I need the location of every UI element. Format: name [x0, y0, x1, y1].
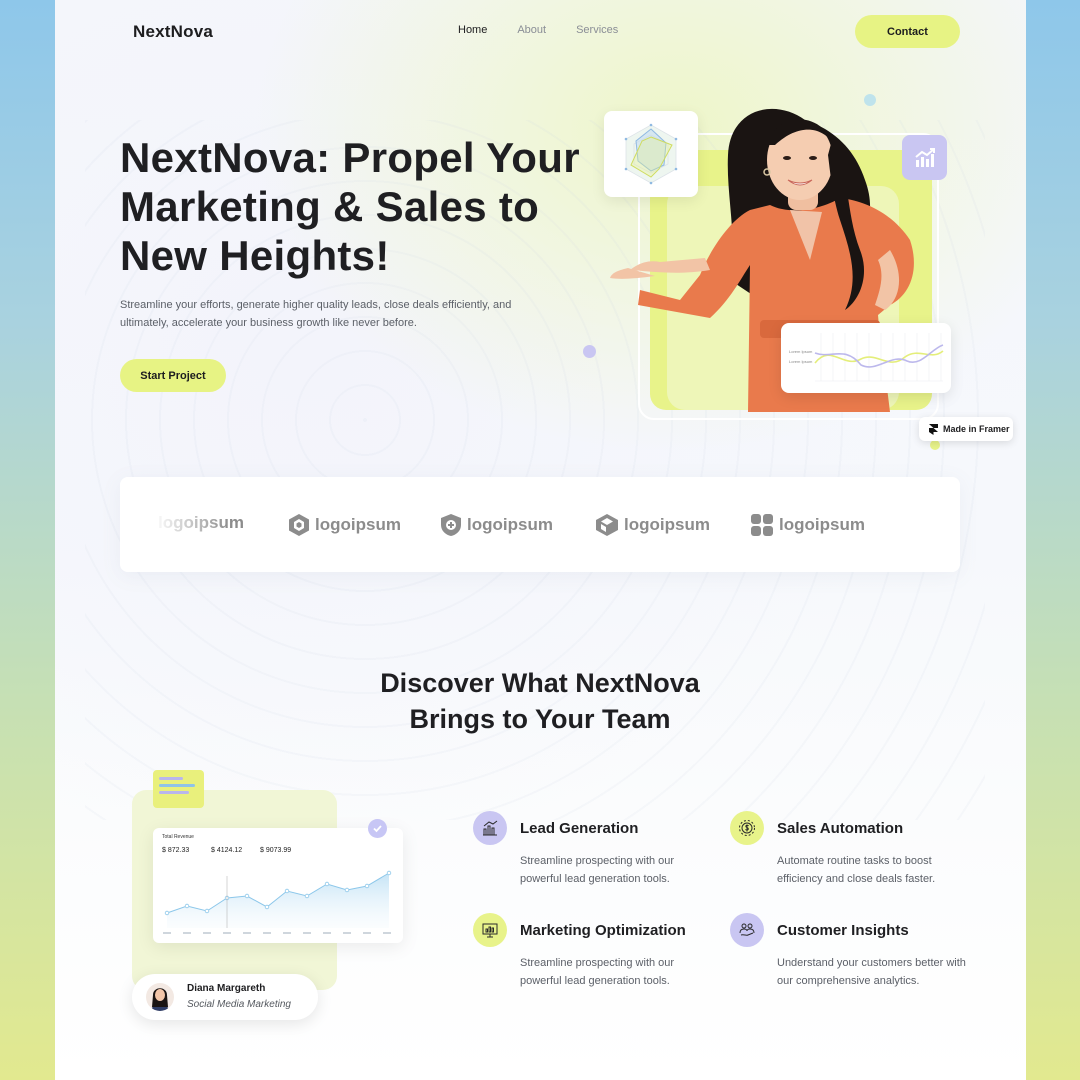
analytics-board-icon — [473, 913, 507, 947]
nav-link-about[interactable]: About — [517, 24, 546, 36]
partner-logo-text: logoipsum — [315, 515, 401, 534]
hexagon-logo-icon — [289, 514, 309, 536]
growth-chart-icon — [902, 135, 947, 180]
feature-description: Streamline prospecting with our powerful… — [520, 855, 675, 885]
main-nav: Home About Services — [458, 24, 618, 36]
badge-label: Made in Framer — [943, 424, 1010, 434]
framer-icon — [929, 423, 938, 435]
cube-logo-icon — [596, 514, 618, 536]
nav-link-home[interactable]: Home — [458, 24, 487, 36]
section-title-line: Discover What NextNova — [380, 668, 700, 698]
profile-card: Diana Margareth Social Media Marketing — [132, 974, 318, 1020]
people-icon — [730, 913, 764, 947]
check-icon — [368, 819, 387, 838]
nav-link-services[interactable]: Services — [576, 24, 618, 36]
partner-logo: logoipsum — [750, 513, 865, 537]
feature-description: Automate routine tasks to boost efficien… — [777, 855, 936, 885]
gear-dollar-icon — [730, 811, 764, 845]
made-in-framer-badge[interactable]: Made in Framer — [919, 417, 1013, 441]
decor-dot — [930, 440, 940, 450]
growth-chart-icon — [473, 811, 507, 845]
partner-logo: logoipsum — [288, 513, 401, 537]
logos-fade-right — [890, 477, 960, 572]
feature-description: Understand your customers better with ou… — [777, 957, 966, 987]
feature-title: Marketing Optimization — [520, 922, 686, 939]
contact-button[interactable]: Contact — [855, 15, 960, 48]
hero-subtitle: Streamline your efforts, generate higher… — [120, 299, 512, 329]
feature-title: Lead Generation — [520, 820, 639, 837]
line-chart-card: Lorem Ipsum Lorem Ipsum — [781, 323, 951, 393]
landing-page: NextNova Home About Services Contact Nex… — [55, 0, 1026, 1080]
profile-name: Diana Margareth — [187, 983, 266, 994]
profile-role: Social Media Marketing — [187, 999, 291, 1010]
note-card — [153, 770, 204, 808]
feature-title: Sales Automation — [777, 820, 904, 837]
logos-fade-left — [120, 477, 230, 572]
partner-logos-strip: logoipsum logoipsum logoipsum logoipsum — [120, 477, 960, 572]
feature-description: Streamline prospecting with our powerful… — [520, 957, 675, 987]
grid-logo-icon — [751, 514, 773, 536]
start-project-button[interactable]: Start Project — [120, 359, 226, 392]
feature-title: Customer Insights — [777, 922, 909, 939]
hero-title: NextNova: Propel Your Marketing & Sales … — [120, 134, 580, 279]
brand-logo[interactable]: NextNova — [133, 22, 213, 42]
partner-logo-text: logoipsum — [624, 515, 710, 534]
section-title-line: Brings to Your Team — [409, 704, 671, 734]
avatar — [146, 983, 174, 1011]
partner-logo: logoipsum — [440, 513, 553, 537]
radar-chart-card — [604, 111, 698, 197]
revenue-card: Total Revenue $ 872.33 $ 4124.12 $ 9073.… — [153, 828, 403, 943]
section-title: Discover What NextNova Brings to Your Te… — [340, 665, 740, 737]
partner-logo-text: logoipsum — [467, 515, 553, 534]
shield-logo-icon — [441, 514, 461, 536]
partner-logo: logoipsum — [595, 513, 710, 537]
partner-logo-text: logoipsum — [779, 515, 865, 534]
